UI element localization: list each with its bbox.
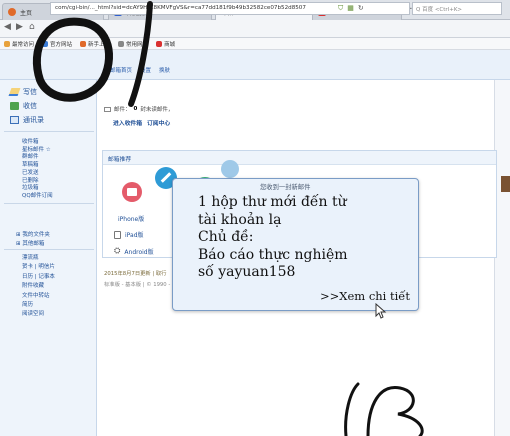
my-folders-toggle[interactable]: ⊞ 我的文件夹 [16,230,50,238]
bookmark-label: 新手上路 [88,41,111,48]
bookmark-label: 常用网址 [126,41,149,48]
sidebar-item-sent[interactable]: 已发送 [22,170,53,178]
address-bar-icons: ⛉ ▦ ↻ [338,4,364,13]
firefox-icon [8,8,16,16]
sidebar-item-drafts[interactable]: 草稿箱 [22,162,53,170]
mail-header [0,50,510,80]
go-inbox-link[interactable]: 进入收件箱 [113,118,142,127]
compose-label: 写信 [23,88,37,96]
footer-links: 标准版 - 基本版 | © 1990 - [104,282,171,288]
mail-status-prefix: 邮件： [114,107,131,113]
contacts-button[interactable]: 通讯录 [10,115,44,125]
bookmark-item[interactable]: 新手上路 [80,40,110,48]
bookmark-label: 官方网站 [50,41,73,48]
device-label: Android版 [124,248,154,256]
settings-link[interactable]: 设置 [140,66,151,74]
shop-icon [156,40,163,47]
inbox-label: 收信 [23,102,37,110]
notification-line: Chủ đề: [198,229,254,245]
sidebar-item-attachments[interactable]: 附件收藏 [22,282,55,291]
device-android[interactable]: ⛭ Android版 [114,246,154,256]
blue-app-icon[interactable] [221,160,239,178]
folder-icon [118,40,125,47]
sidebar-item-spam[interactable]: 垃圾箱 [22,185,53,193]
device-iphone[interactable]: iPhone版 [114,214,144,223]
subscription-center-link[interactable]: 订阅中心 [147,118,170,127]
divider [4,249,94,250]
bookmark-item[interactable]: 最常访问 [4,40,34,48]
bookmark-item[interactable]: 常用网址 [118,40,148,48]
divider [4,131,94,132]
back-icon[interactable]: ◀ [4,22,11,32]
panel-title: 邮箱推荐 [103,151,496,165]
mail-status-suffix: 封未读邮件， [140,107,174,113]
pencil-icon [8,88,21,96]
calendar-glyph-icon [127,188,137,196]
divider [4,203,94,204]
firefox-icon [80,40,87,47]
view-details-link[interactable]: >>Xem chi tiết [320,289,410,303]
grid-icon[interactable]: ▦ [347,4,354,13]
notification-line: số yayuan158 [198,264,296,280]
sidebar-item-resume[interactable]: 简历 [22,301,55,310]
notification-line: 1 hộp thư mới đến từ [198,194,347,210]
bookmark-item[interactable]: 官方网站 [42,40,72,48]
tablet-icon [114,230,121,239]
tab-label: 主页 [20,9,33,17]
mouse-cursor-icon [375,303,387,319]
envelope-icon [104,106,111,112]
site-icon [42,40,49,47]
folder-list: 收件箱 星标邮件 ☆ 群邮件 草稿箱 已发送 已删除 垃圾箱 QQ邮件订阅 [22,139,53,201]
sidebar-item-group-mail[interactable]: 群邮件 [22,154,53,162]
unread-count: 0 [133,106,138,112]
inbox-button[interactable]: 收信 [10,101,37,111]
device-label: iPad版 [125,232,144,239]
mail-status: 邮件： 0 封未读邮件， [104,105,173,113]
notification-line: tài khoản lạ [198,211,282,228]
sidebar-item-file-transfer[interactable]: 文件中转站 [22,292,55,301]
bookmark-label: 商城 [164,41,176,48]
sidebar-item-calendar[interactable]: 日历 | 记事本 [22,273,55,282]
sidebar-item-bottle[interactable]: 漂流瓶 [22,254,55,263]
quick-links: 进入收件箱 订阅中心 [113,118,170,127]
mail-home-link[interactable]: 邮箱首页 [110,66,132,74]
mail-header-links: 邮箱首页 设置 换肤 [110,66,170,74]
other-mail-toggle[interactable]: ⊞ 其他邮箱 [16,239,44,247]
android-icon: ⛭ [114,246,121,255]
notification-title: 您收到一封新邮件 [260,184,311,191]
bookmark-label: 最常访问 [12,41,35,48]
tool-list: 漂流瓶 贺卡 | 明信片 日历 | 记事本 附件收藏 文件中转站 简历 阅读空间 [22,254,55,320]
bookmark-item[interactable]: 商城 [156,40,175,48]
device-ipad[interactable]: iPad版 [114,230,144,239]
notification-line: Báo cáo thực nghiệm [198,246,348,263]
home-icon[interactable]: ⌂ [29,22,35,32]
bookmarks-bar: 最常访问 官方网站 新手上路 常用网址 商城 [0,38,510,50]
sidebar-item-subscriptions[interactable]: QQ邮件订阅 [22,193,53,201]
forward-icon[interactable]: ▶ [16,22,23,32]
sidebar-item-inbox[interactable]: 收件箱 [22,139,53,147]
right-column [494,80,510,436]
inbox-icon [10,102,19,110]
notification-body: 1 hộp thư mới đến từ tài khoản lạ Chủ đề… [198,194,348,282]
footer-update: 2015年8月7日更新 | 取行 [104,271,167,277]
skin-link[interactable]: 换肤 [159,66,170,74]
thumbnail-image [501,176,510,192]
contacts-icon [10,116,19,124]
compose-button[interactable]: 写信 [8,87,37,97]
search-input[interactable]: Q 百度 <Ctrl+K> [412,2,502,15]
navigation-bar [0,20,510,38]
contacts-label: 通讯录 [23,116,44,124]
reload-icon[interactable]: ↻ [358,4,364,13]
sidebar-item-reading[interactable]: 阅读空间 [22,310,55,319]
sidebar-item-cards[interactable]: 贺卡 | 明信片 [22,263,55,272]
star-icon [4,40,10,47]
device-label: iPhone版 [118,216,145,223]
shield-icon[interactable]: ⛉ [338,4,343,13]
